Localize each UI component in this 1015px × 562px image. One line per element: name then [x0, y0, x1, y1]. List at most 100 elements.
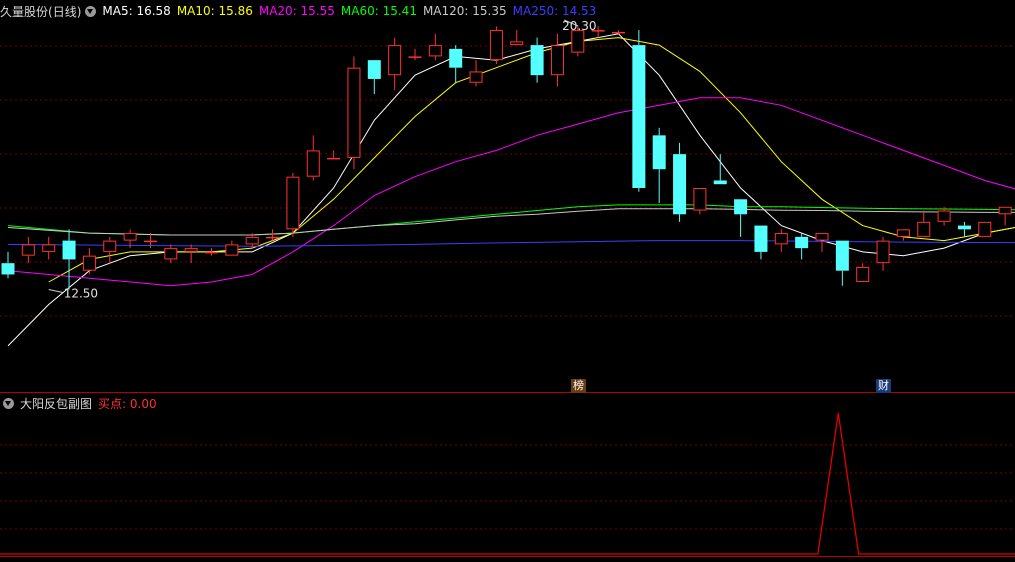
candle-body: [937, 210, 951, 222]
candle: [774, 229, 788, 252]
candle-body: [327, 157, 341, 160]
candle-body: [571, 30, 585, 53]
candle-body: [530, 45, 544, 76]
candle: [530, 37, 544, 83]
candle: [42, 236, 56, 260]
candle-body: [449, 48, 463, 68]
candle-body: [550, 45, 564, 76]
dropdown-icon[interactable]: [85, 5, 97, 17]
candle: [713, 154, 727, 185]
stock-name[interactable]: 久量股份: [0, 3, 48, 20]
candle-body: [815, 233, 829, 241]
candle: [62, 229, 76, 290]
candle-body: [388, 45, 402, 76]
candle: [652, 127, 666, 204]
candle: [734, 199, 748, 237]
kline-chart[interactable]: 20.30 12.50: [0, 0, 1015, 562]
candle-body: [998, 206, 1012, 215]
candle-body: [957, 225, 971, 230]
high-value-label: 20.30: [562, 19, 596, 33]
candle: [550, 33, 564, 87]
candle: [205, 248, 218, 256]
candle: [306, 135, 320, 181]
candle-body: [795, 236, 809, 249]
candle-body: [713, 180, 727, 185]
candle: [225, 240, 239, 256]
ma5-label: MA5: 16.58: [102, 4, 171, 18]
series-ma5: [7, 33, 1015, 347]
candle: [184, 244, 198, 264]
candle-body: [164, 248, 178, 260]
candle: [754, 225, 768, 260]
candle: [489, 26, 503, 64]
badge-bang[interactable]: 榜: [571, 379, 586, 393]
period-label: (日线): [48, 4, 82, 19]
candle: [673, 142, 687, 222]
candle: [469, 60, 483, 87]
candle: [1, 251, 15, 279]
candle: [937, 206, 951, 226]
candles: [1, 26, 1012, 290]
ma120-label: MA120: 15.35: [422, 4, 507, 18]
candle: [876, 236, 890, 271]
candle-body: [896, 229, 910, 237]
candle: [164, 244, 178, 264]
candle-body: [286, 176, 300, 230]
candle-body: [143, 240, 157, 243]
series-ma20: [7, 97, 1015, 287]
candle: [612, 30, 625, 34]
candle-body: [408, 56, 422, 58]
chart-grid: [0, 45, 1015, 557]
candle-body: [652, 135, 666, 170]
candle-body: [82, 255, 96, 271]
candle-body: [693, 187, 707, 211]
candle: [347, 56, 361, 170]
candle-body: [62, 240, 76, 260]
candle-body: [123, 233, 137, 241]
candle-body: [21, 244, 35, 256]
badge-cai[interactable]: 财: [876, 379, 891, 393]
indicator-name[interactable]: 大阳反包副图: [20, 395, 92, 412]
candle-body: [428, 45, 442, 57]
candle: [693, 187, 707, 215]
candle-body: [612, 31, 625, 34]
sub-chart-header: 大阳反包副图 买点: 0.00: [0, 394, 163, 412]
candle-body: [734, 199, 748, 215]
candle-body: [876, 240, 890, 264]
candle-body: [103, 240, 117, 252]
low-marker-line: [48, 289, 63, 293]
candle-body: [978, 221, 992, 237]
candle-body: [510, 41, 524, 46]
candle-body: [856, 266, 870, 282]
candle: [978, 221, 992, 237]
candle: [103, 236, 117, 264]
candle: [21, 236, 35, 264]
candle: [896, 229, 910, 241]
candle: [449, 45, 463, 83]
low-value-label: 12.50: [64, 286, 98, 300]
series-ma60: [7, 204, 1015, 236]
ma60-label: MA60: 15.41: [340, 4, 417, 18]
candle: [388, 37, 402, 91]
candle-body: [673, 154, 687, 215]
ma250-label: MA250: 14.53: [512, 4, 597, 18]
candle: [856, 263, 870, 282]
buy-signal-line: [0, 412, 1015, 555]
candle: [835, 240, 849, 286]
candle: [510, 30, 524, 46]
candle: [367, 60, 381, 94]
dropdown-icon[interactable]: [3, 397, 14, 409]
buy-point-label: 买点: 0.00: [98, 396, 157, 411]
ma20-label: MA20: 15.55: [258, 4, 335, 18]
candle: [795, 233, 809, 260]
candle-body: [306, 150, 320, 177]
candle-body: [917, 221, 931, 237]
signal-line: [0, 412, 1015, 555]
main-chart-header: 久量股份 (日线) MA5: 16.58 MA10: 15.86 MA20: 1…: [0, 2, 602, 20]
candle-body: [205, 251, 218, 254]
candle: [632, 30, 646, 192]
candle: [286, 172, 300, 237]
candle-body: [632, 45, 646, 188]
candle-body: [367, 60, 381, 79]
ma-lines: [7, 33, 1015, 347]
